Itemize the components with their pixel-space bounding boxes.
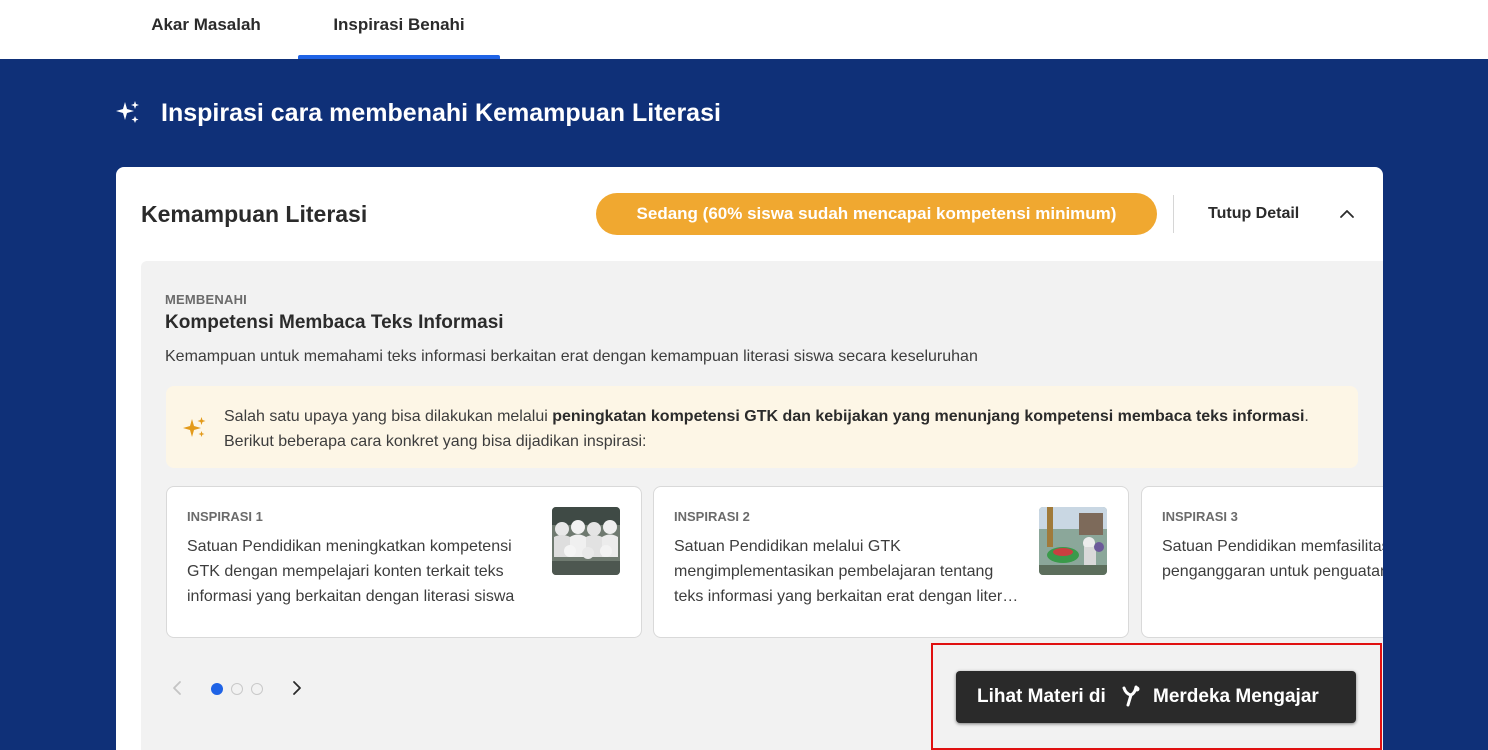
sparkle-icon [183, 417, 206, 437]
pager-dot-2[interactable] [231, 683, 243, 695]
top-tab-bar: Akar Masalah Inspirasi Benahi [0, 0, 1488, 59]
close-detail-label: Tutup Detail [1208, 205, 1300, 222]
panel-eyebrow: MEMBENAHI [165, 292, 247, 307]
sparkle-icon [116, 101, 139, 123]
inspiration-text: Satuan Pendidikan meningkatkan kompetens… [187, 538, 515, 605]
chevron-up-icon [1340, 210, 1354, 218]
chevron-left-icon[interactable] [169, 679, 185, 697]
header-divider [1173, 195, 1174, 233]
merdeka-mengajar-logo-icon [1122, 685, 1140, 707]
inspiration-thumbnail [1039, 507, 1107, 575]
panel-title: Kompetensi Membaca Teks Informasi [165, 312, 504, 333]
chevron-right-icon[interactable] [289, 679, 305, 697]
active-tab-indicator [298, 55, 500, 59]
level-status-badge: Sedang (60% siswa sudah mencapai kompete… [596, 193, 1157, 235]
tip-text-prefix: Salah satu upaya yang bisa dilakukan mel… [224, 408, 553, 425]
tip-box: Salah satu upaya yang bisa dilakukan mel… [166, 386, 1358, 468]
inspiration-text: Satuan Pendidikan memfasilitasi kebijaka… [1162, 538, 1383, 580]
tip-text: Salah satu upaya yang bisa dilakukan mel… [224, 404, 1334, 454]
inspiration-label: INSPIRASI 2 [674, 509, 750, 524]
carousel-pager [165, 673, 325, 703]
inspiration-text: Satuan Pendidikan melalui GTK mengimplem… [674, 538, 1023, 605]
inspiration-thumbnail [552, 507, 620, 575]
tab-label: Inspirasi Benahi [333, 15, 465, 34]
tab-label: Akar Masalah [151, 15, 261, 34]
panel-description: Kemampuan untuk memahami teks informasi … [165, 348, 978, 365]
cta-label-suffix: Merdeka Mengajar [1153, 686, 1319, 707]
tab-akar-masalah[interactable]: Akar Masalah [120, 0, 292, 59]
inspiration-label: INSPIRASI 1 [187, 509, 263, 524]
tab-inspirasi-benahi[interactable]: Inspirasi Benahi [298, 0, 500, 59]
tip-text-bold: peningkatan kompetensi GTK dan kebijakan… [552, 408, 1305, 425]
inspiration-card-3[interactable]: INSPIRASI 3 Satuan Pendidikan memfasilit… [1141, 486, 1383, 638]
close-detail-button[interactable]: Tutup Detail [1194, 193, 1364, 235]
inspiration-card-1[interactable]: INSPIRASI 1 Satuan Pendidikan meningkatk… [166, 486, 642, 638]
pager-dot-1[interactable] [211, 683, 223, 695]
view-material-merdeka-mengajar-button[interactable]: Lihat Materi di Merdeka Mengajar [956, 671, 1356, 723]
inspiration-label: INSPIRASI 3 [1162, 509, 1238, 524]
inspiration-card-2[interactable]: INSPIRASI 2 Satuan Pendidikan melalui GT… [653, 486, 1129, 638]
cta-label-prefix: Lihat Materi di [977, 686, 1106, 707]
section-title: Inspirasi cara membenahi Kemampuan Liter… [161, 99, 721, 127]
card-title: Kemampuan Literasi [141, 201, 368, 227]
pager-dot-3[interactable] [251, 683, 263, 695]
